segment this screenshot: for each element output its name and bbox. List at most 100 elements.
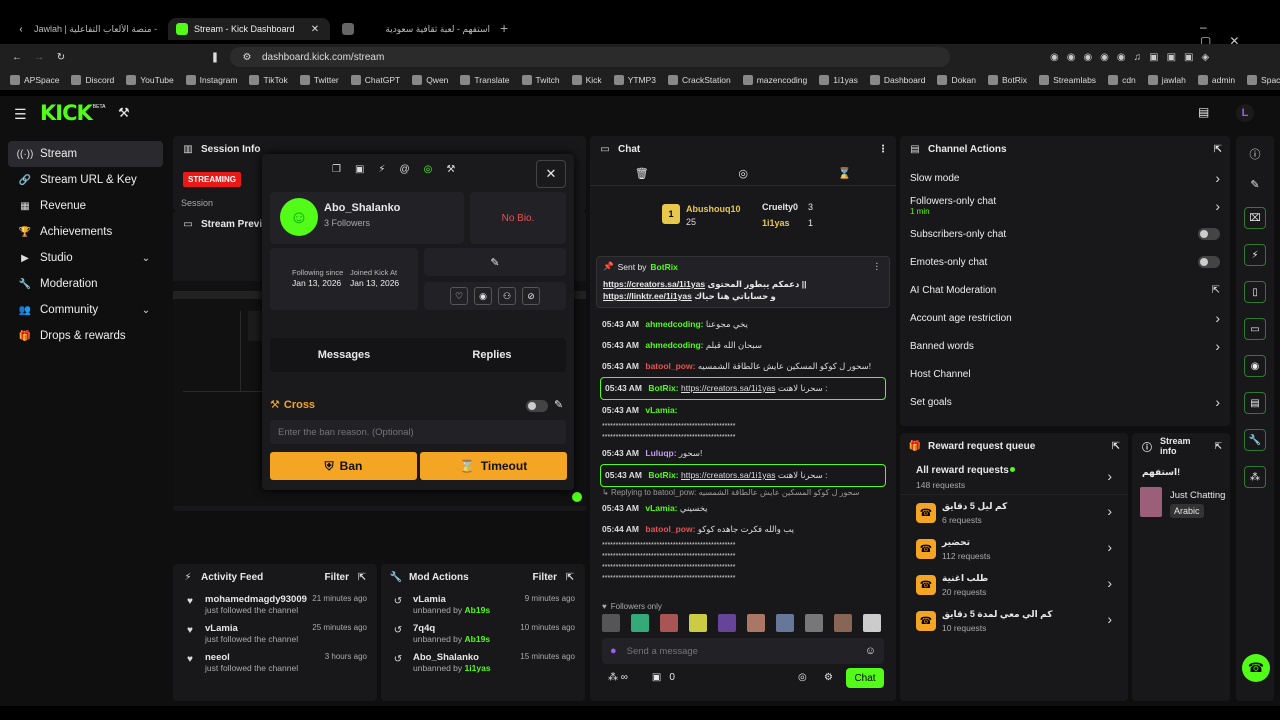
message-username[interactable]: BotRix: (648, 383, 678, 393)
bookmark-item[interactable]: Dokan (937, 75, 976, 85)
toggle-switch[interactable] (1198, 228, 1220, 240)
copy-icon[interactable]: ❐ (332, 164, 341, 175)
moderator-name[interactable]: Ab19s (465, 634, 491, 644)
message-username[interactable]: ahmedcoding: (645, 319, 703, 329)
hourglass-icon[interactable]: ⌛ (837, 167, 851, 180)
channel-action-slow-mode[interactable]: Slow mode › (900, 164, 1230, 192)
pencil-icon[interactable]: ✎ (554, 398, 563, 411)
menu-icon[interactable]: ☰ (14, 106, 27, 123)
bookmark-item[interactable]: Streamlabs (1039, 75, 1096, 85)
infinity-icon[interactable]: ⁂ ∞ (608, 672, 628, 683)
popout-icon[interactable]: ⇱ (1112, 441, 1120, 452)
chat-settings-bubble-icon[interactable]: ◎ (798, 672, 807, 683)
chat-message[interactable]: 05:43 AM BotRix: https://creators.sa/1i1… (600, 377, 886, 400)
channel-action-ai-chat-moderation[interactable]: AI Chat Moderation ⇱ (900, 276, 1230, 304)
reward-item[interactable]: ☎ تحضير 112 requests › (900, 531, 1128, 567)
pencil-icon[interactable]: ✎ (1236, 178, 1274, 191)
pinned-link[interactable]: https://linktr.ee/1i1yas (603, 291, 692, 301)
bookmark-item[interactable]: TikTok (249, 75, 288, 85)
storage-icon[interactable]: ▤ (1244, 392, 1266, 414)
filter-button[interactable]: Filter (533, 572, 557, 583)
leader-name[interactable]: 1i1yas (762, 218, 790, 228)
reward-item[interactable]: ☎ طلب اغنية 20 requests › (900, 567, 1128, 603)
emote-icon[interactable] (718, 614, 736, 632)
bolt-icon[interactable]: ⚡ (378, 164, 385, 175)
popout-icon[interactable]: ⇱ (1214, 441, 1222, 452)
emote-icon[interactable] (805, 614, 823, 632)
emote-icon[interactable] (863, 614, 881, 632)
emote-icon[interactable] (834, 614, 852, 632)
wallet-icon[interactable]: ▤ (1198, 105, 1209, 119)
reload-icon[interactable]: ↻ (54, 50, 68, 64)
avatar[interactable]: ☺ (280, 198, 318, 236)
ban-reason-input[interactable] (270, 420, 566, 444)
support-icon[interactable]: ☎ (1242, 654, 1270, 682)
chat-message[interactable]: 05:43 AM ahmedcoding: سبحان الله قبلم (590, 335, 896, 356)
bookmark-item[interactable]: BotRix (988, 75, 1027, 85)
moderator-name[interactable]: Ab19s (465, 605, 491, 615)
calendar-icon[interactable]: ▣ (355, 164, 364, 175)
chat-message[interactable]: 05:44 AM batool_pow: يب والله فكرت جاهده… (590, 519, 896, 540)
popout-icon[interactable]: ⇱ (563, 570, 577, 584)
message-username[interactable]: batool_pow: (645, 524, 695, 534)
gift-icon[interactable]: ▣ (652, 672, 661, 683)
chat-message[interactable]: 05:43 AM ahmedcoding: يخي مجوعنا (590, 314, 896, 335)
channel-action-set-goals[interactable]: Set goals › (900, 388, 1230, 416)
message-link[interactable]: https://creators.sa/1i1yas (681, 470, 776, 480)
sidebar-item-community[interactable]: 👥 Community ⌄ (8, 297, 163, 323)
leader-name[interactable]: Abushouq10 (686, 204, 741, 214)
sidebar-item-stream-url-key[interactable]: 🔗 Stream URL & Key (8, 167, 163, 193)
bolt-icon[interactable]: ⚡ (1244, 244, 1266, 266)
message-username[interactable]: vLamia: (645, 503, 677, 513)
address-bar[interactable]: ⚙ dashboard.kick.com/stream (230, 47, 950, 67)
message-username[interactable]: BotRix: (648, 470, 678, 480)
cross-toggle[interactable] (526, 400, 548, 412)
users-icon[interactable]: ⁂ (1244, 466, 1266, 488)
more-icon[interactable]: ⋮ (878, 144, 888, 155)
site-info-icon[interactable]: ⚙ (240, 50, 254, 64)
sidebar-item-moderation[interactable]: 🔧 Moderation (8, 271, 163, 297)
gear-icon[interactable]: ⚙ (824, 672, 833, 683)
category-thumbnail[interactable] (1140, 487, 1162, 517)
new-tab-icon[interactable]: + (500, 20, 508, 36)
avatar[interactable]: L (1236, 104, 1254, 122)
pinned-sender[interactable]: BotRix (650, 262, 677, 272)
channel-action-host-channel[interactable]: Host Channel (900, 360, 1230, 388)
send-chat-button[interactable]: Chat (846, 668, 884, 688)
popout-icon[interactable]: ⇱ (355, 570, 369, 584)
forward-icon[interactable]: → (32, 50, 46, 64)
message-username[interactable]: ahmedcoding: (645, 340, 703, 350)
channel-action-emotes-only-chat[interactable]: Emotes-only chat (900, 248, 1230, 276)
emote-icon[interactable] (747, 614, 765, 632)
channel-action-banned-words[interactable]: Banned words › (900, 332, 1230, 360)
reward-item[interactable]: ☎ كم الي معي لمدة 5 دقايق 10 requests › (900, 603, 1128, 639)
popout-icon[interactable]: ⇱ (1214, 144, 1222, 155)
channel-action-subscribers-only-chat[interactable]: Subscribers-only chat (900, 220, 1230, 248)
bookmark-item[interactable]: Twitch (521, 75, 560, 85)
sidebar-item-achievements[interactable]: 🏆 Achievements (8, 219, 163, 245)
emote-icon[interactable] (689, 614, 707, 632)
chat-message[interactable]: 05:43 AM Luluqp: سحور! (590, 443, 896, 464)
eye-icon[interactable]: ◉ (474, 287, 492, 305)
chat-bubble-icon[interactable]: ◎ (738, 167, 748, 180)
bookmark-item[interactable]: jawlah (1147, 75, 1186, 85)
channel-action-followers-only-chat[interactable]: Followers-only chat 1 min › (900, 192, 1230, 220)
document-icon[interactable]: ▯ (1244, 281, 1266, 303)
browser-tab-jawlah[interactable]: ‹ Jawlah | جولة - منصة الألعاب التفاعلية (6, 18, 166, 40)
kick-logo[interactable]: KICK BETA (40, 101, 105, 125)
toggle-switch[interactable] (1198, 256, 1220, 268)
stream-tag[interactable]: Arabic (1170, 504, 1204, 518)
bookmark-item[interactable]: admin (1197, 75, 1235, 85)
bookmark-item[interactable]: Translate (460, 75, 510, 85)
close-icon[interactable]: ✕ (308, 22, 322, 36)
leader-name[interactable]: Cruelty0 (762, 202, 798, 212)
sidebar-item-revenue[interactable]: ▦ Revenue (8, 193, 163, 219)
mention-icon[interactable]: @ (399, 164, 409, 175)
bookmark-item[interactable]: Spacemail (1247, 75, 1280, 85)
bookmark-item[interactable]: Discord (71, 75, 114, 85)
broadcast-icon[interactable]: ◉ (1244, 355, 1266, 377)
chat-input-box[interactable]: ● ☺ (602, 638, 884, 664)
add-user-icon[interactable]: ⚇ (498, 287, 516, 305)
bookmark-item[interactable]: APSpace (10, 75, 59, 85)
bookmark-item[interactable]: Kick (571, 75, 602, 85)
